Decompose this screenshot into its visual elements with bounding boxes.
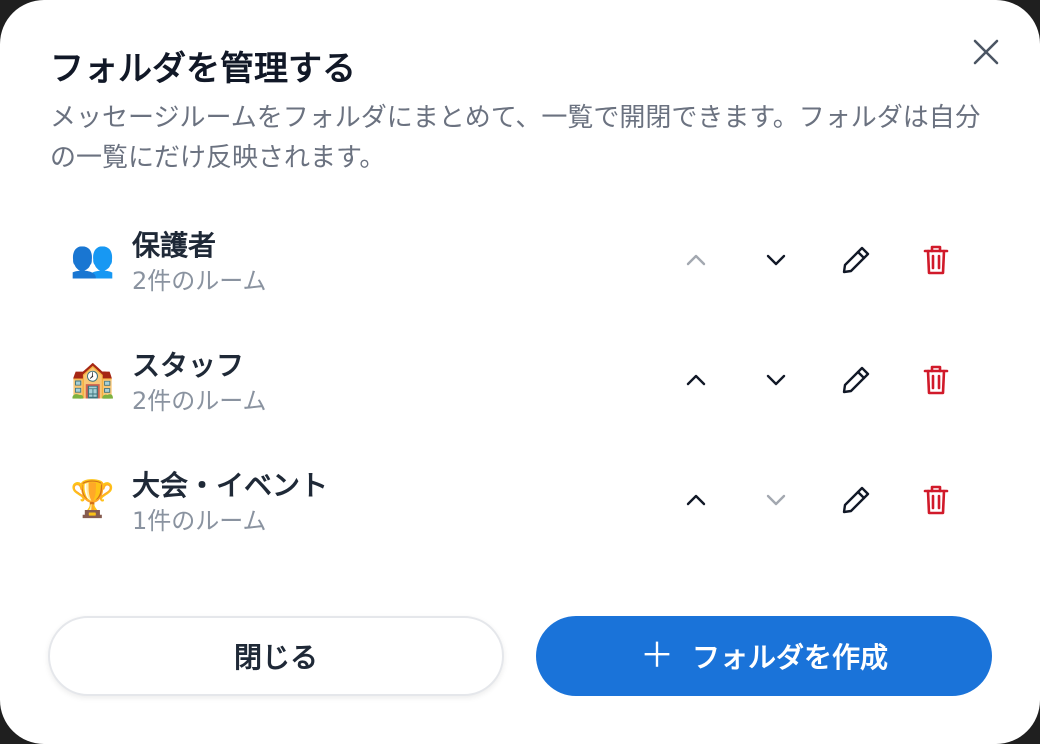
- delete-folder-button[interactable]: [916, 360, 956, 400]
- edit-folder-button[interactable]: [836, 480, 876, 520]
- school-icon: 🏫: [70, 359, 115, 400]
- pencil-icon: [842, 246, 870, 274]
- close-dialog-button[interactable]: [968, 34, 1004, 70]
- folder-list: 👥 保護者 2件のルーム 🏫 スタッフ 2件のルーム 🏆 大会・イベント 1件の…: [50, 200, 990, 560]
- close-button[interactable]: 閉じる: [48, 616, 504, 696]
- busts-in-silhouette-icon: 👥: [70, 239, 115, 280]
- folder-row: 👥 保護者 2件のルーム: [50, 200, 990, 320]
- folder-room-count: 2件のルーム: [132, 387, 267, 415]
- folder-room-count: 2件のルーム: [132, 267, 267, 295]
- dialog-title: フォルダを管理する: [50, 49, 356, 89]
- chevron-up-icon: [686, 494, 706, 506]
- move-up-button[interactable]: [676, 360, 716, 400]
- chevron-down-icon: [766, 374, 786, 386]
- folder-name: スタッフ: [132, 349, 245, 382]
- pencil-icon: [842, 366, 870, 394]
- dialog-description: メッセージルームをフォルダにまとめて、一覧で開閉できます。フォルダは自分の一覧に…: [50, 103, 981, 173]
- dialog-footer: 閉じる ＋ フォルダを作成: [48, 616, 992, 696]
- create-folder-button[interactable]: ＋ フォルダを作成: [536, 616, 992, 696]
- pencil-icon: [842, 486, 870, 514]
- folder-room-count: 1件のルーム: [132, 507, 267, 535]
- manage-folders-dialog: フォルダを管理する メッセージルームをフォルダにまとめて、一覧で開閉できます。フ…: [0, 0, 1040, 744]
- chevron-down-icon: [766, 254, 786, 266]
- chevron-up-icon: [686, 254, 706, 266]
- move-up-button[interactable]: [676, 480, 716, 520]
- trash-icon: [923, 365, 949, 395]
- edit-folder-button[interactable]: [836, 240, 876, 280]
- move-down-button[interactable]: [756, 480, 796, 520]
- trash-icon: [923, 245, 949, 275]
- folder-name: 大会・イベント: [132, 469, 329, 502]
- chevron-up-icon: [686, 374, 706, 386]
- plus-icon: ＋: [639, 636, 674, 676]
- trash-icon: [923, 485, 949, 515]
- chevron-down-icon: [766, 494, 786, 506]
- delete-folder-button[interactable]: [916, 240, 956, 280]
- move-down-button[interactable]: [756, 240, 796, 280]
- folder-row: 🏫 スタッフ 2件のルーム: [50, 320, 990, 440]
- move-down-button[interactable]: [756, 360, 796, 400]
- close-icon: [973, 39, 999, 65]
- folder-name: 保護者: [132, 229, 217, 262]
- create-folder-label: フォルダを作成: [691, 641, 888, 674]
- delete-folder-button[interactable]: [916, 480, 956, 520]
- trophy-icon: 🏆: [70, 479, 115, 520]
- edit-folder-button[interactable]: [836, 360, 876, 400]
- move-up-button[interactable]: [676, 240, 716, 280]
- folder-row: 🏆 大会・イベント 1件のルーム: [50, 440, 990, 560]
